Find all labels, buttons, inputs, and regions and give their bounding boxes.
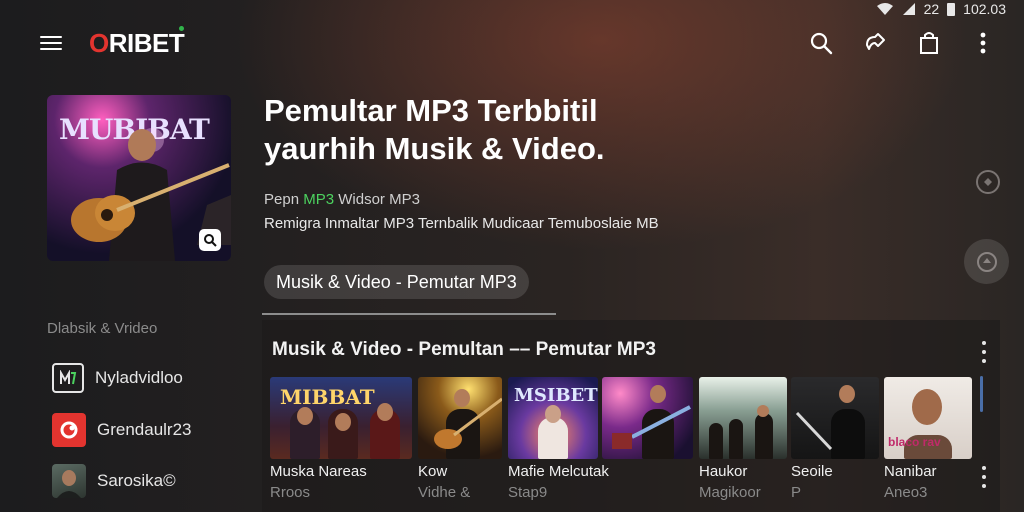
- cast-icon[interactable]: [976, 170, 1000, 194]
- bag-icon[interactable]: [916, 30, 942, 56]
- thumb-text: blaco rav: [888, 435, 941, 449]
- card-title: Seoile: [791, 463, 833, 480]
- thumb-text: MSIBET: [514, 385, 598, 406]
- card-thumbnail: blaco rav: [884, 377, 972, 459]
- media-card[interactable]: Seoile P: [791, 377, 879, 501]
- card-title: Kow: [418, 463, 448, 480]
- card-title: Nanibar: [884, 463, 937, 480]
- card-thumbnail: [791, 377, 879, 459]
- hero-title-line2: yaurhih Musik & Video.: [264, 131, 605, 166]
- panel-title: Musik & Video - Pemultan –– Pemutar MP3: [272, 339, 656, 360]
- sidebar-item-video-library[interactable]: Nyladvidloo: [52, 363, 183, 393]
- menu-icon[interactable]: [40, 32, 62, 52]
- scrollbar[interactable]: [980, 376, 983, 412]
- header-actions: [808, 30, 996, 56]
- playback-circle-button[interactable]: [964, 239, 1009, 284]
- more-vert-icon[interactable]: [970, 30, 996, 56]
- card-thumbnail: [418, 377, 502, 459]
- card-title: Mafie Melcutak: [508, 463, 609, 480]
- card-thumbnail: MIBBAT: [270, 377, 412, 459]
- card-thumbnail: [699, 377, 787, 459]
- zoom-icon[interactable]: [199, 229, 221, 251]
- sidebar-heading: Dlabsik & Vrideo: [47, 320, 158, 337]
- media-card[interactable]: MIBBAT Muska Nareas Rroos: [270, 377, 412, 501]
- share-icon[interactable]: [862, 30, 888, 56]
- card-subtitle: Aneo3: [884, 484, 928, 501]
- card-thumbnail: [602, 377, 693, 459]
- red-app-icon: [52, 413, 86, 447]
- logo-dot: [179, 26, 184, 31]
- hero-album-art[interactable]: MUBIBAT: [47, 95, 231, 261]
- card-title: Haukor: [699, 463, 748, 480]
- card-thumbnail: MSIBET: [508, 377, 598, 459]
- media-card[interactable]: Haukor Magikoor: [699, 377, 787, 501]
- battery-icon: [947, 3, 956, 16]
- hero-meta: Pepn MP3 Widsor MP3: [264, 191, 420, 208]
- media-card[interactable]: [602, 377, 693, 459]
- media-card[interactable]: MSIBET Mafie Melcutak Stap9: [508, 377, 609, 501]
- meta-suffix: Widsor MP3: [338, 191, 420, 208]
- wifi-icon: [876, 3, 893, 15]
- card-subtitle: Vidhe &: [418, 484, 471, 501]
- app-logo[interactable]: ORIBET: [89, 26, 185, 59]
- cell-signal-icon: [902, 3, 915, 15]
- profile-avatar-icon: [52, 464, 86, 498]
- clock: 102.03: [963, 1, 1006, 17]
- meta-prefix: Pepn: [264, 191, 300, 208]
- sidebar-item-label: Nyladvidloo: [95, 368, 183, 387]
- sidebar-item-label: Grendaulr23: [97, 420, 192, 439]
- panel-more-icon[interactable]: [981, 341, 987, 363]
- logo-rest: RIBET: [108, 28, 185, 58]
- card-subtitle: P: [791, 484, 802, 501]
- video-library-icon: [52, 363, 84, 393]
- playlist-panel: Musik & Video - Pemultan –– Pemutar MP3 …: [262, 320, 1000, 512]
- sidebar-item-label: Sarosika©: [97, 471, 176, 490]
- logo-prefix: O: [89, 28, 109, 58]
- hero-category-chip[interactable]: Musik & Video - Pemutar MP3: [264, 265, 529, 299]
- section-divider: [262, 313, 556, 315]
- hero-description: Remigra Inmaltar MP3 Ternbalik Mudicaar …: [264, 215, 659, 232]
- media-card[interactable]: blaco rav Nanibar Aneo3: [884, 377, 972, 501]
- sidebar-item-red-app[interactable]: Grendaulr23: [52, 413, 192, 447]
- search-icon[interactable]: [808, 30, 834, 56]
- meta-accent: MP3: [303, 191, 335, 208]
- media-card[interactable]: Kow Vidhe &: [418, 377, 502, 501]
- card-title: Muska Nareas: [270, 463, 367, 480]
- hero-title-line1: Pemultar MP3 Terbbitil: [264, 93, 598, 128]
- card-subtitle: Stap9: [508, 484, 548, 501]
- thumb-text: MIBBAT: [280, 385, 375, 409]
- card-subtitle: Rroos: [270, 484, 311, 501]
- status-bar: 22 102.03: [876, 0, 1006, 18]
- panel-more-icon-bottom[interactable]: [981, 466, 987, 488]
- signal-text: 22: [923, 1, 940, 17]
- card-subtitle: Magikoor: [699, 484, 761, 501]
- sidebar-item-profile[interactable]: Sarosika©: [52, 464, 176, 498]
- hero-title: Pemultar MP3 Terbbitil yaurhih Musik & V…: [264, 92, 704, 168]
